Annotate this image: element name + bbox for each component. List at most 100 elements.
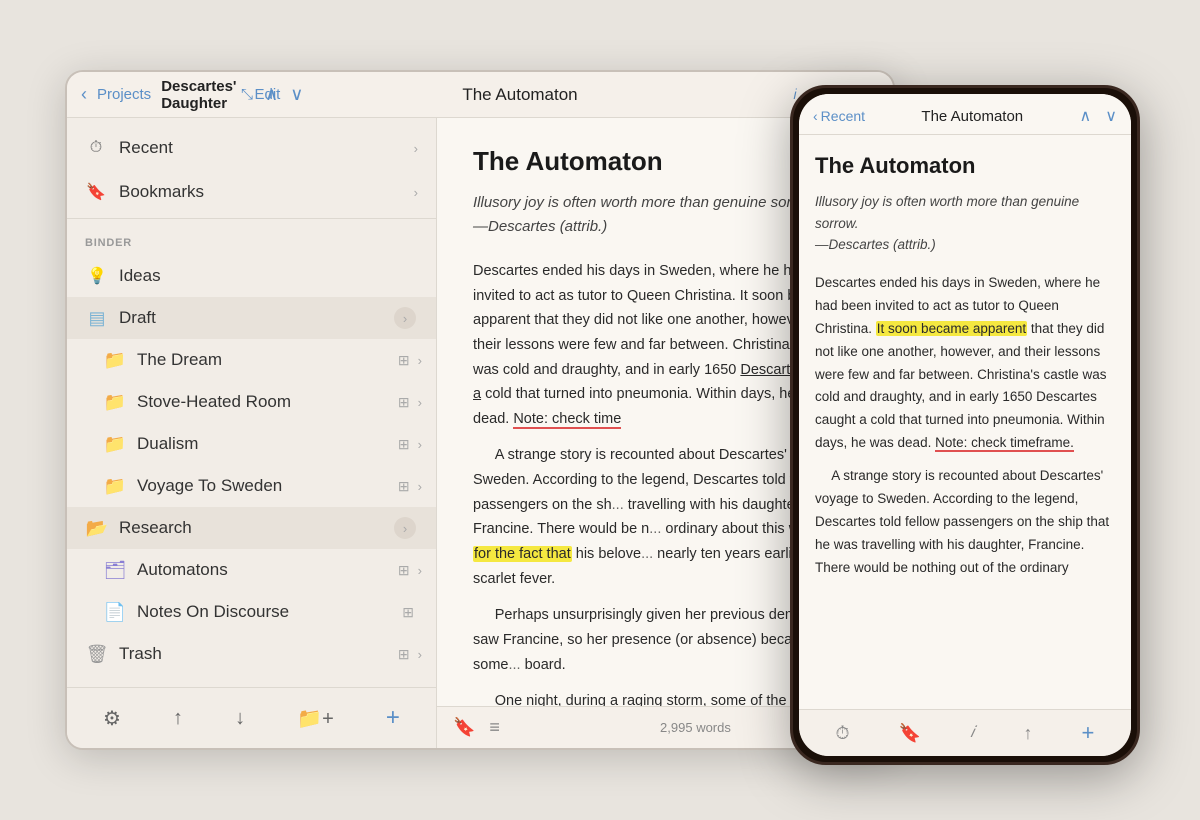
ideas-label: Ideas — [119, 266, 422, 286]
chevron-right-icon: › — [418, 437, 422, 452]
tablet-body: ⏱ Recent › 🔖 Bookmarks › BINDER 💡 Ideas — [67, 118, 893, 748]
grid-icon[interactable]: ⊞ — [398, 646, 410, 663]
sidebar-item-notes-on-discourse[interactable]: 📄 Notes On Discourse ⊞ — [67, 591, 436, 633]
bookmark-icon: 🔖 — [85, 181, 107, 203]
back-chevron-icon: ‹ — [813, 108, 818, 124]
note-check-timeframe: Note: check time — [513, 411, 621, 429]
sidebar-item-automatons[interactable]: 🗂 Automatons ⊞ › — [67, 549, 436, 591]
grid-icon[interactable]: ⊞ — [398, 436, 410, 453]
trash-label: Trash — [119, 644, 398, 664]
phone-document-title: The Automaton — [815, 153, 1115, 179]
phone-doc-title: The Automaton — [921, 108, 1023, 125]
draft-label: Draft — [119, 308, 394, 328]
sidebar: ⏱ Recent › 🔖 Bookmarks › BINDER 💡 Ideas — [67, 118, 437, 748]
phone-toolbar: ‹ Recent The Automaton ∧ ∨ — [799, 94, 1131, 135]
phone-inner: ‹ Recent The Automaton ∧ ∨ The Automaton… — [799, 94, 1131, 756]
sidebar-divider — [67, 218, 436, 219]
draft-disclosure-icon[interactable]: › — [394, 307, 416, 329]
sidebar-nav: ⏱ Recent › 🔖 Bookmarks › — [67, 118, 436, 214]
voyage-to-sweden-label: Voyage To Sweden — [137, 476, 398, 496]
phone-share-icon[interactable]: ↑ — [1023, 723, 1032, 744]
list-icon[interactable]: ≡ — [489, 717, 500, 738]
phone-document-text: Descartes ended his days in Sweden, wher… — [815, 272, 1115, 590]
lightbulb-icon: 💡 — [85, 264, 109, 288]
chevron-right-icon: › — [418, 647, 422, 662]
phone-bookmark-icon[interactable]: 🔖 — [899, 723, 921, 744]
add-icon[interactable]: + — [378, 700, 408, 736]
phone-up-arrow-icon[interactable]: ∧ — [1080, 106, 1092, 126]
epigraph-line1: Illusory joy is often worth more than ge… — [473, 194, 819, 211]
phone-clock-icon[interactable]: ⏱ — [836, 723, 850, 744]
phone-back-nav[interactable]: ‹ Recent — [813, 108, 865, 124]
clock-icon: ⏱ — [85, 137, 107, 159]
grid-icon[interactable]: ⊞ — [402, 604, 414, 621]
phone-epigraph-line2: —Descartes (attrib.) — [815, 237, 936, 252]
sidebar-footer: ⚙ ↑ ↓ 📁+ + — [67, 687, 436, 748]
chevron-right-icon: › — [418, 395, 422, 410]
recent-label: Recent — [119, 138, 414, 158]
draft-icon: ▤ — [85, 306, 109, 330]
sidebar-item-the-dream[interactable]: 📁 The Dream ⊞ › — [67, 339, 436, 381]
phone-content: The Automaton Illusory joy is often wort… — [799, 135, 1131, 709]
sidebar-item-bookmarks[interactable]: 🔖 Bookmarks › — [67, 170, 436, 214]
bookmarks-label: Bookmarks — [119, 182, 414, 202]
sidebar-item-ideas[interactable]: 💡 Ideas — [67, 255, 436, 297]
phone-info-icon[interactable]: 𝑖 — [970, 724, 974, 742]
folder-blue-icon: 📁 — [103, 474, 127, 498]
folder-blue-icon: 📁 — [103, 390, 127, 414]
trash-icon: 🗑 — [85, 642, 109, 666]
phone-device: ‹ Recent The Automaton ∧ ∨ The Automaton… — [790, 85, 1140, 765]
chevron-right-icon: › — [418, 479, 422, 494]
sidebar-item-stove-heated-room[interactable]: 📁 Stove-Heated Room ⊞ › — [67, 381, 436, 423]
sidebar-item-research[interactable]: 📂 Research › — [67, 507, 436, 549]
phone-note-check-timeframe: Note: check timeframe. — [935, 435, 1074, 452]
notes-on-discourse-label: Notes On Discourse — [137, 602, 402, 622]
toolbar-nav: ⤡ ∧ ∨ — [241, 84, 321, 105]
back-label: Recent — [821, 108, 865, 124]
sidebar-item-trash[interactable]: 🗑 Trash ⊞ › — [67, 633, 436, 675]
dualism-label: Dualism — [137, 434, 398, 454]
the-dream-label: The Dream — [137, 350, 398, 370]
highlighted-text: for the fact that — [473, 546, 572, 562]
sidebar-item-dualism[interactable]: 📁 Dualism ⊞ › — [67, 423, 436, 465]
tablet-device: ‹ Projects Descartes' Daughter Edit ⤡ ∧ … — [65, 70, 895, 750]
back-chevron-icon[interactable]: ‹ — [81, 84, 87, 105]
grid-icon[interactable]: ⊞ — [398, 394, 410, 411]
binder-section-header: BINDER — [67, 223, 436, 255]
phone-footer: ⏱ 🔖 𝑖 ↑ + — [799, 709, 1131, 756]
chevron-right-icon: › — [414, 185, 418, 200]
grid-icon[interactable]: ⊞ — [398, 562, 410, 579]
down-arrow-icon[interactable]: ∨ — [290, 84, 303, 105]
phone-down-arrow-icon[interactable]: ∨ — [1105, 106, 1117, 126]
download-icon[interactable]: ↓ — [227, 703, 253, 734]
sidebar-item-draft[interactable]: ▤ Draft › — [67, 297, 436, 339]
phone-epigraph: Illusory joy is often worth more than ge… — [815, 191, 1115, 256]
folder-doc-icon: 📄 — [103, 600, 127, 624]
bookmark-footer-icon[interactable]: 🔖 — [453, 717, 475, 738]
sidebar-item-voyage-to-sweden[interactable]: 📁 Voyage To Sweden ⊞ › — [67, 465, 436, 507]
automatons-label: Automatons — [137, 560, 398, 580]
tablet-toolbar: ‹ Projects Descartes' Daughter Edit ⤡ ∧ … — [67, 72, 893, 118]
share-icon[interactable]: ↑ — [165, 703, 191, 734]
folder-img-icon: 🗂 — [103, 558, 127, 582]
grid-icon[interactable]: ⊞ — [398, 478, 410, 495]
phone-epigraph-line1: Illusory joy is often worth more than ge… — [815, 194, 1079, 231]
stove-heated-room-label: Stove-Heated Room — [137, 392, 398, 412]
phone-paragraph-1: Descartes ended his days in Sweden, wher… — [815, 272, 1115, 456]
toolbar-left: ‹ Projects Descartes' Daughter Edit — [81, 78, 241, 112]
projects-back-label[interactable]: Projects — [97, 86, 151, 103]
chevron-right-icon: › — [418, 353, 422, 368]
up-arrow-icon[interactable]: ∧ — [265, 84, 278, 105]
phone-nav-arrows: ∧ ∨ — [1080, 106, 1117, 126]
folder-add-icon[interactable]: 📁+ — [289, 702, 342, 735]
phone-add-icon[interactable]: + — [1082, 720, 1095, 746]
settings-icon[interactable]: ⚙ — [95, 702, 129, 735]
grid-icon[interactable]: ⊞ — [398, 352, 410, 369]
phone-highlight-1: It soon became apparent — [876, 321, 1027, 336]
folder-blue-icon: 📁 — [103, 432, 127, 456]
research-disclosure-icon[interactable]: › — [394, 517, 416, 539]
project-name: Descartes' Daughter — [161, 78, 236, 112]
sidebar-item-recent[interactable]: ⏱ Recent › — [67, 126, 436, 170]
folder-blue-icon: 📁 — [103, 348, 127, 372]
resize-icon[interactable]: ⤡ — [241, 86, 253, 103]
